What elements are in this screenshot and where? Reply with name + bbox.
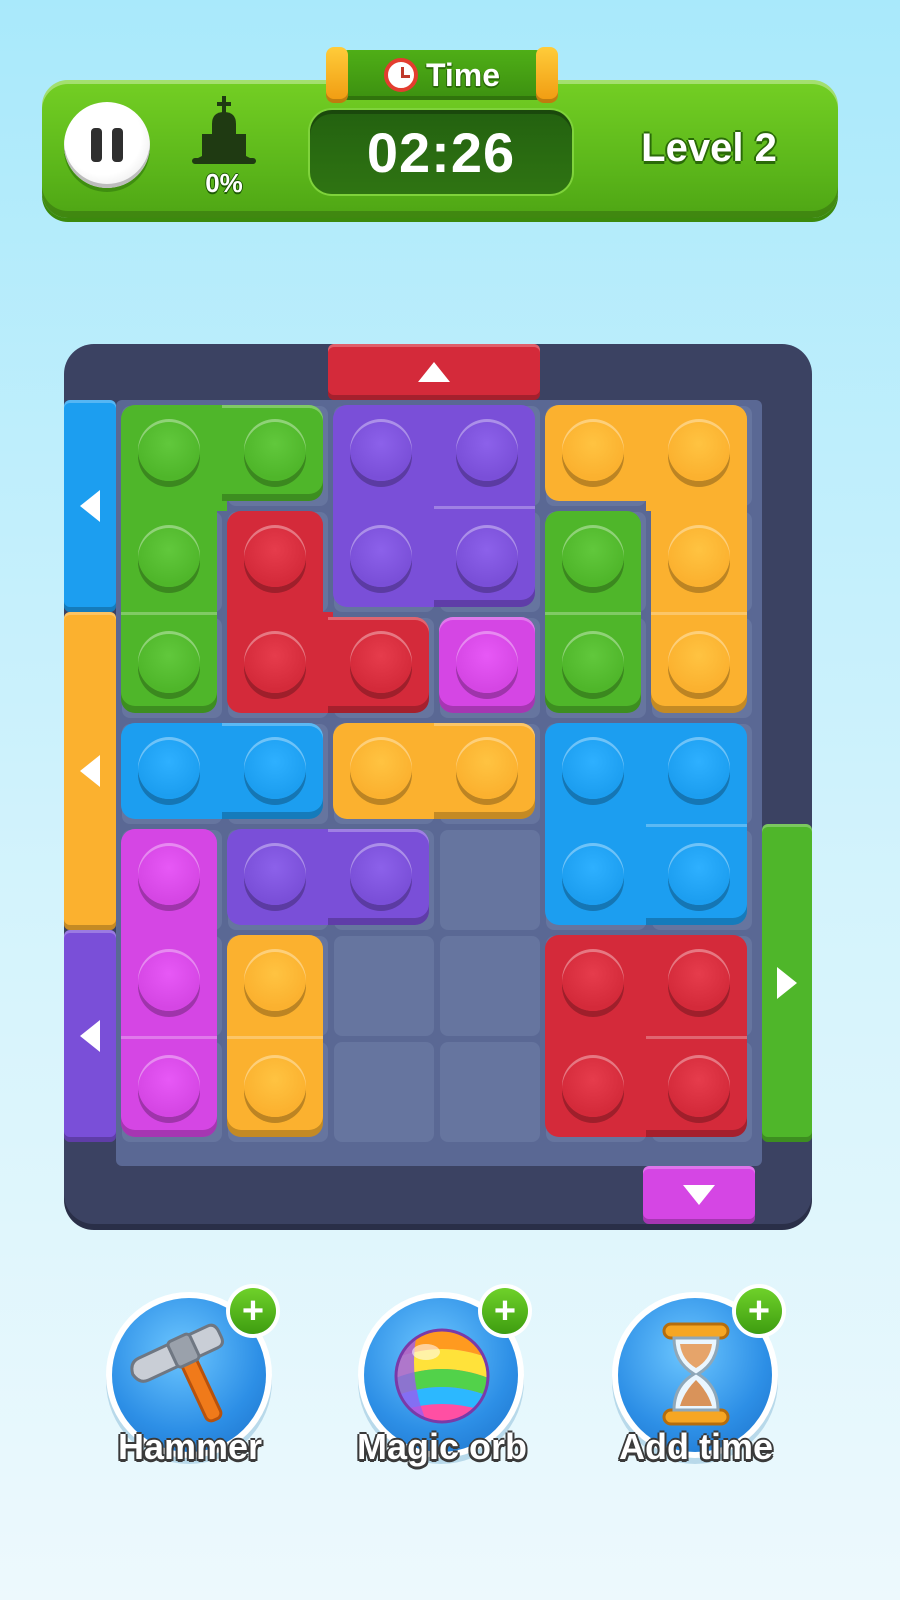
time-label: Time [425, 56, 501, 93]
progress-percent: 0% [205, 168, 243, 198]
stud [244, 631, 306, 693]
hourglass-icon [662, 1322, 730, 1426]
board-grid [116, 400, 762, 1166]
church-silhouette-icon [192, 96, 256, 164]
stud [138, 737, 200, 799]
arrow-left-icon [80, 1020, 100, 1052]
arrow-left-icon [80, 490, 100, 522]
empty-grid-cell [440, 936, 540, 1036]
empty-grid-cell [440, 830, 540, 930]
add-magic-orb-button[interactable]: + [482, 1288, 528, 1334]
stud [244, 1055, 306, 1117]
timer-value: 02:26 [366, 120, 516, 184]
hammer-booster-button[interactable]: + Hammer [90, 1288, 290, 1478]
pause-button[interactable] [64, 102, 150, 188]
add-hammer-button[interactable]: + [230, 1288, 276, 1334]
plus-icon: + [241, 1290, 265, 1332]
stud [138, 843, 200, 905]
stud [562, 631, 624, 693]
alarm-clock-icon [383, 58, 418, 92]
plus-icon: + [493, 1290, 517, 1332]
hammer-icon [130, 1323, 224, 1423]
booster-label: Hammer [117, 1426, 263, 1467]
stud [456, 419, 518, 481]
stud [244, 525, 306, 587]
stud [562, 1055, 624, 1117]
stud [350, 631, 412, 693]
puzzle-board [64, 344, 812, 1224]
stud [138, 631, 200, 693]
orange-exit-gate-left [64, 612, 116, 930]
stud [668, 843, 730, 905]
booster-label: Magic orb [356, 1426, 527, 1467]
stud [562, 737, 624, 799]
stud [350, 843, 412, 905]
ribbon-left-cap [326, 47, 348, 103]
purple-exit-gate-left [64, 930, 116, 1142]
arrow-left-icon [80, 755, 100, 787]
stud [668, 525, 730, 587]
ribbon-right-cap [536, 47, 558, 103]
stud [244, 419, 306, 481]
stud [562, 843, 624, 905]
top-hud-bar: 0% 02:26 Level 2 [42, 80, 838, 218]
stud [562, 419, 624, 481]
stud [562, 525, 624, 587]
level-label: Level 2 [641, 126, 777, 170]
empty-grid-cell [334, 936, 434, 1036]
add-time-booster-button[interactable]: + Add time [596, 1288, 796, 1478]
stud [350, 525, 412, 587]
stud [668, 419, 730, 481]
stud [668, 1055, 730, 1117]
timer-display: 02:26 [310, 110, 572, 194]
stud [668, 631, 730, 693]
empty-grid-cell [440, 1042, 540, 1142]
add-time-plus-button[interactable]: + [736, 1288, 782, 1334]
stud [138, 419, 200, 481]
stud [138, 525, 200, 587]
stud [350, 419, 412, 481]
time-ribbon: Time [326, 47, 558, 103]
green-exit-gate-right [762, 824, 812, 1142]
stud [668, 949, 730, 1011]
blue-exit-gate-left [64, 400, 116, 612]
stud [350, 737, 412, 799]
stud [668, 737, 730, 799]
stud [244, 737, 306, 799]
magic-orb-icon [394, 1328, 490, 1424]
stud [244, 949, 306, 1011]
pause-icon-bar [112, 128, 123, 162]
plus-icon: + [747, 1290, 771, 1332]
red-exit-gate-top [328, 344, 540, 400]
arrow-right-icon [777, 967, 797, 999]
stud [456, 631, 518, 693]
stud [138, 949, 200, 1011]
magenta-exit-gate-bottom [643, 1166, 755, 1224]
stud [138, 1055, 200, 1117]
empty-grid-cell [334, 1042, 434, 1142]
stud [244, 843, 306, 905]
stud [456, 525, 518, 587]
stud [562, 949, 624, 1011]
booster-label: Add time [618, 1426, 773, 1467]
arrow-up-icon [418, 362, 450, 382]
stud [456, 737, 518, 799]
magic-orb-booster-button[interactable]: + Magic orb [342, 1288, 542, 1478]
pause-icon-bar [91, 128, 102, 162]
arrow-down-icon [683, 1185, 715, 1205]
